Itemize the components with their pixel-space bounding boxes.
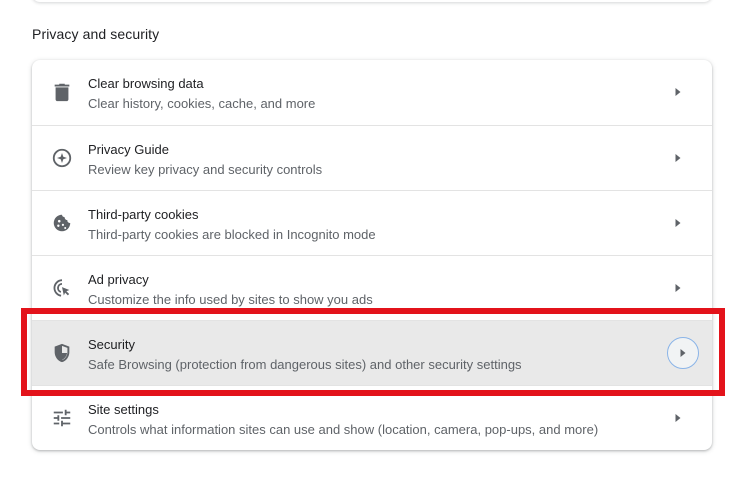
section-title: Privacy and security: [32, 26, 160, 42]
row-security[interactable]: Security Safe Browsing (protection from …: [32, 320, 712, 385]
chevron-right-icon[interactable]: [672, 412, 684, 424]
row-clear-browsing-data[interactable]: Clear browsing data Clear history, cooki…: [32, 60, 712, 125]
chevron-right-icon[interactable]: [672, 282, 684, 294]
row-site-settings[interactable]: Site settings Controls what information …: [32, 385, 712, 450]
chevron-right-icon[interactable]: [672, 152, 684, 164]
row-ad-privacy[interactable]: Ad privacy Customize the info used by si…: [32, 255, 712, 320]
cookie-icon: [51, 212, 73, 234]
row-label: Security: [88, 337, 135, 352]
tune-icon: [51, 407, 73, 429]
shield-icon: [51, 342, 73, 364]
row-label: Site settings: [88, 402, 159, 417]
trash-icon: [51, 81, 73, 103]
row-sublabel: Safe Browsing (protection from dangerous…: [88, 357, 522, 372]
row-label: Clear browsing data: [88, 76, 204, 91]
row-sublabel: Review key privacy and security controls: [88, 162, 323, 177]
row-third-party-cookies[interactable]: Third-party cookies Third-party cookies …: [32, 190, 712, 255]
privacy-guide-icon: [51, 147, 73, 169]
row-label: Third-party cookies: [88, 207, 199, 222]
row-sublabel: Controls what information sites can use …: [88, 422, 599, 437]
row-sublabel: Customize the info used by sites to show…: [88, 292, 373, 307]
row-label: Privacy Guide: [88, 142, 169, 157]
chevron-right-icon[interactable]: [672, 217, 684, 229]
row-privacy-guide[interactable]: Privacy Guide Review key privacy and sec…: [32, 125, 712, 190]
privacy-security-card: Clear browsing data Clear history, cooki…: [32, 60, 712, 450]
chevron-right-icon[interactable]: [672, 86, 684, 98]
ad-privacy-icon: [51, 277, 73, 299]
previous-section-card-edge: [32, 0, 712, 2]
row-label: Ad privacy: [88, 272, 149, 287]
row-sublabel: Clear history, cookies, cache, and more: [88, 96, 316, 111]
chevron-right-icon[interactable]: [667, 337, 699, 369]
row-sublabel: Third-party cookies are blocked in Incog…: [88, 227, 376, 242]
